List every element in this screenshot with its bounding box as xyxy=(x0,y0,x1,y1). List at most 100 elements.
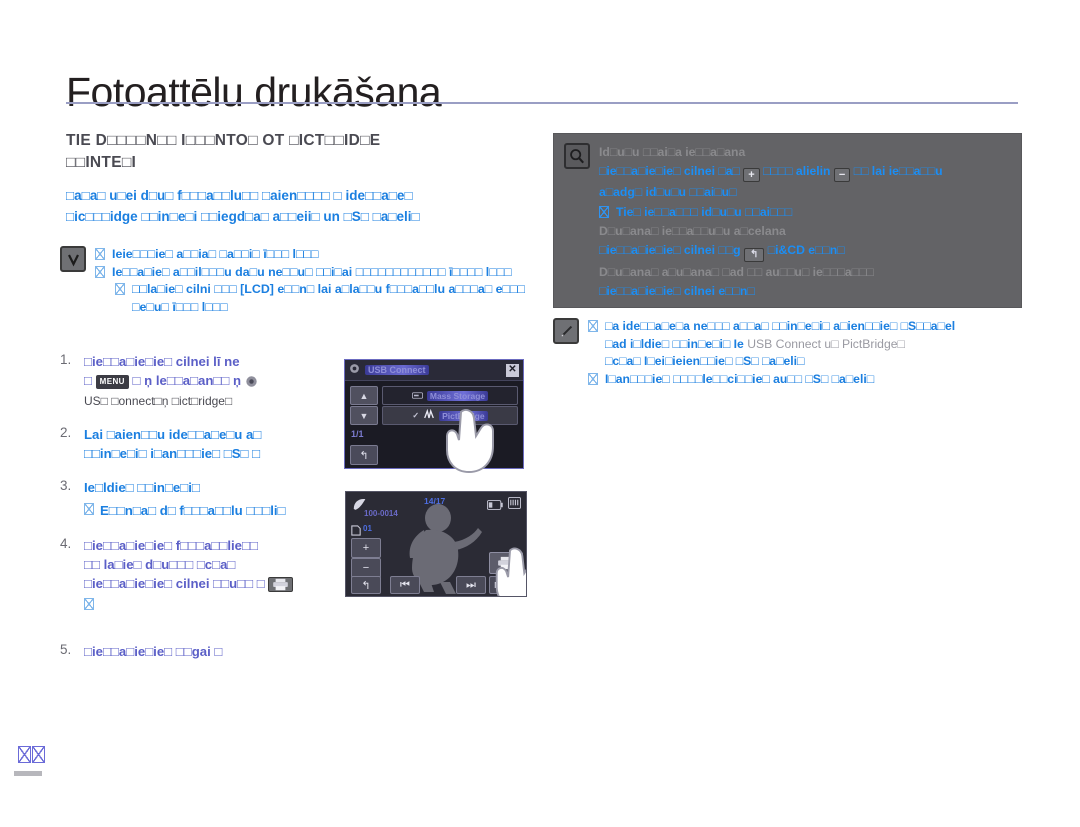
zoom-in-button[interactable]: + xyxy=(351,538,381,558)
usb-option-mass-storage[interactable]: Mass Storage xyxy=(382,386,518,405)
check-note-item-2: □□la□ie□ cilni □□□ [LCD] e□□n□ lai a□la□… xyxy=(132,282,525,315)
pencil-note-0-line2grey: USB Connect u□ PictBridge□ xyxy=(747,336,905,351)
info-row-0: Id□u□u □□ai□a ie□□a□ana xyxy=(599,145,746,159)
pencil-icon xyxy=(553,318,579,344)
record-media-icon xyxy=(508,496,521,514)
chevron-up-icon[interactable]: ▲ xyxy=(350,386,378,405)
intro-line2: □ic□□□idge □□in□e□i □□iegd□a□ a□□eii□ un… xyxy=(66,208,420,224)
step-4-line1: □ie□□a□ie□ie□ f□□□a□□lie□□ xyxy=(84,537,258,553)
step-1-line2: □ MENU □ ņ le□□a□an□□ ņ xyxy=(84,371,258,393)
footer-bar xyxy=(14,771,42,776)
pictbridge-logo-icon xyxy=(423,408,435,422)
step-4-line3: □ie□□a□ie□ie□ cilnei □□u□□ □ xyxy=(84,574,294,593)
section-heading-line1: TIE D□□□□N□□ I□□□NTO□ OT □ICT□□ID□E xyxy=(66,132,381,149)
storage-icon xyxy=(411,391,423,401)
printer-icon xyxy=(268,576,294,592)
step-3-line1: Ie□ldie□ □□in□e□i□ xyxy=(84,480,200,496)
info-row-5-a: □ie□□a□ie□ie□ cilnei □□g xyxy=(599,243,741,258)
step-content: □ie□□a□ie□ie□ □□gai □ xyxy=(84,642,222,661)
section-heading-line2: □□INTE□I xyxy=(66,154,137,171)
tofu-bullet-icon xyxy=(84,502,94,515)
info-row-5: □ie□□a□ie□ie□ cilnei □□g ↰ □i&CD e□□n□ xyxy=(599,241,1011,263)
intro-line1: □a□a□ u□ei d□u□ f□□□a□□lu□□ □aien□□□□ □ … xyxy=(66,188,413,203)
info-row-1-a: □ie□□a□ie□ie□ cilnei □a□ xyxy=(599,164,740,179)
printer-icon[interactable] xyxy=(489,552,523,574)
step-5: 5. □ie□□a□ie□ie□ □□gai □ xyxy=(60,642,360,661)
info-row-7-c: cilnei e□□n□ xyxy=(683,284,755,299)
info-row-1-b: □□□□ alielin xyxy=(763,164,831,179)
page-number xyxy=(18,746,45,763)
list-item: E□□n□a□ d□ f□□□a□□lu □□□li□ xyxy=(84,501,286,520)
pencil-note-0-line2: □ad i□ldie□ □□in□e□i□ Ie USB Connect u□ … xyxy=(605,336,955,354)
close-icon[interactable]: ✕ xyxy=(506,363,519,377)
info-row-7-a: □ie□□a□ie□ie□ xyxy=(599,284,681,299)
zoom-out-button[interactable]: − xyxy=(351,558,381,578)
return-arrow-icon[interactable]: ↰ xyxy=(350,445,378,465)
step-4-line3-text: □ie□□a□ie□ie□ cilnei □□u□□ □ xyxy=(84,575,265,591)
step-1: 1. □ie□□a□ie□ie□ cilnei lī ne □ MENU □ ņ… xyxy=(60,352,360,410)
list-item: □□la□ie□ cilni □□□ [LCD] e□□n□ lai a□la□… xyxy=(115,281,555,316)
step-1-suffix: □ ņ le□□a□an□□ ņ xyxy=(132,373,242,389)
step-5-line1: □ie□□a□ie□ie□ □□gai □ xyxy=(84,644,223,660)
check-v-icon xyxy=(60,246,86,272)
step-1-sub: US□ □onnect□ņ □ict□ridge□ xyxy=(84,394,233,409)
step-number: 4. xyxy=(60,535,72,551)
usb-option-pictbridge[interactable]: ✓ PictBridge xyxy=(382,406,518,425)
skip-back-icon[interactable]: ⏮ xyxy=(390,576,420,594)
check-note-block: Ieie□□□ie□ a□□ia□ □a□□i□ ī□□□ l□□□ Ie□□a… xyxy=(60,246,555,317)
pencil-note-item-0: □a ide□□a□e□a ne□□□ a□□a□ □□in□e□i□ a□ie… xyxy=(605,318,955,371)
step-number: 2. xyxy=(60,425,72,441)
playback-folder-number: 01 xyxy=(363,524,372,533)
usb-dialog-title: USB Connect xyxy=(365,365,429,375)
step-number: 3. xyxy=(60,478,72,494)
list-item xyxy=(84,596,293,611)
menu-button[interactable]: MENU xyxy=(489,576,523,594)
pencil-note-0-line3: □c□a□ I□ei□ieien□□ie□ □S□ □a□eli□ xyxy=(605,354,805,369)
step-3-sub-0: E□□n□a□ d□ f□□□a□□lu □□□li□ xyxy=(100,502,286,518)
list-item: Ie□□a□ie□ a□□il□□□u da□u ne□□u□ □□i□ai □… xyxy=(95,264,555,282)
check-note-item-1: Ie□□a□ie□ a□□il□□□u da□u ne□□u□ □□i□ai □… xyxy=(112,264,512,279)
step-4-line2: □□ la□ie□ d□u□□□ □c□a□ xyxy=(84,556,236,572)
tofu-bullet-icon xyxy=(84,598,94,611)
check-note-item-0: Ieie□□□ie□ a□□ia□ □a□□i□ ī□□□ l□□□ xyxy=(112,247,319,261)
menu-button-icon: MENU xyxy=(95,375,129,389)
info-row-2: a□adg□ id□u□u □□ai□u□ xyxy=(599,185,737,200)
tofu-bullet-icon xyxy=(115,283,125,296)
step-2-line1: Lai □aien□□u ide□□a□e□u a□ xyxy=(84,427,262,443)
info-row-5-c: □i&CD e□□n□ xyxy=(767,243,845,258)
magnifier-icon xyxy=(564,143,590,169)
list-item: I□an□□□ie□ □□□□le□□ci□□ie□ au□□ □S□ □a□e… xyxy=(588,371,955,389)
info-row-1: □ie□□a□ie□ie□ cilnei □a□ + □□□□ alielin … xyxy=(599,162,1011,183)
check-icon: ✓ xyxy=(412,411,420,420)
pencil-note-list: □a ide□□a□e□a ne□□□ a□□a□ □□in□e□i□ a□ie… xyxy=(588,318,955,389)
usb-dialog-titlebar: USB Connect ✕ xyxy=(345,360,523,381)
battery-icon xyxy=(487,497,503,515)
step-content: □ie□□a□ie□ie□ f□□□a□□lie□□ □□ la□ie□ d□u… xyxy=(84,536,294,611)
usb-option-label: PictBridge xyxy=(439,410,488,421)
playback-filename: 100-0014 xyxy=(364,509,398,518)
usb-option-label: Mass Storage xyxy=(426,390,489,401)
info-panel: Id□u□u □□ai□a ie□□a□ana □ie□□a□ie□ie□ ci… xyxy=(553,133,1022,308)
device-screenshot-playback: 14/17 100-0014 01 + − ↰ ⏮ ⏭ MENU xyxy=(345,491,527,597)
step-content: □ie□□a□ie□ie□ cilnei lī ne □ MENU □ ņ le… xyxy=(84,352,258,410)
pencil-note-block: □a ide□□a□e□a ne□□□ a□□a□ □□in□e□i□ a□ie… xyxy=(553,318,1023,389)
step-2-line2: □□in□e□i□ i□an□□□ie□ □S□ □ xyxy=(84,446,261,462)
tofu-bullet-icon xyxy=(95,248,105,260)
tofu-bullet-icon xyxy=(599,205,609,218)
info-row-6: D□u□ana□ a□u□ana□ □ad □□ au□□u□ ie□□□a□□… xyxy=(599,265,874,280)
info-row-3: Tie□ ie□□a□□□ id□u□u □□ai□□□ xyxy=(599,203,1011,221)
title-divider xyxy=(66,102,1018,104)
step-1-prefix: □ xyxy=(84,373,92,389)
pencil-note-item-1: I□an□□□ie□ □□□□le□□ci□□ie□ au□□ □S□ □a□e… xyxy=(605,372,875,387)
steps-list: 1. □ie□□a□ie□ie□ cilnei lī ne □ MENU □ ņ… xyxy=(60,352,360,676)
manual-page: Fotoattēlu drukāšana TIE D□□□□N□□ I□□□NT… xyxy=(0,0,1080,827)
skip-forward-icon[interactable]: ⏭ xyxy=(456,576,486,594)
gear-icon xyxy=(349,361,360,379)
step-content: Ie□ldie□ □□in□e□i□ E□□n□a□ d□ f□□□a□□lu … xyxy=(84,478,286,519)
device-screenshot-usb-connect: USB Connect ✕ ▲ ▼ 1/1 ↰ Mass Storage ✓ P… xyxy=(344,359,524,474)
check-note-list: Ieie□□□ie□ a□□ia□ □a□□i□ ī□□□ l□□□ Ie□□a… xyxy=(95,246,555,317)
return-arrow-icon: ↰ xyxy=(743,248,765,263)
return-arrow-icon[interactable]: ↰ xyxy=(351,576,381,594)
chevron-down-icon[interactable]: ▼ xyxy=(350,406,378,425)
section-heading: TIE D□□□□N□□ I□□□NTO□ OT □ICT□□ID□E □□IN… xyxy=(66,130,546,174)
